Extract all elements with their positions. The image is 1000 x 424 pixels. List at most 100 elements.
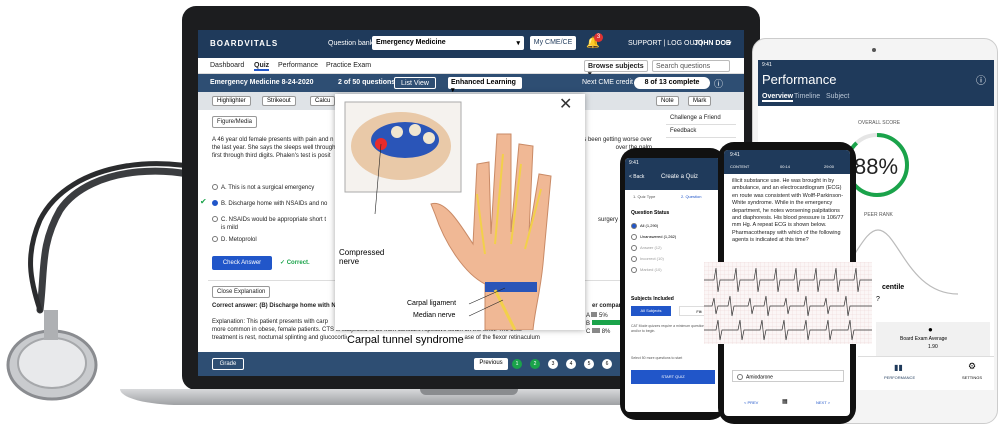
quiz-title-bar: Emergency Medicine 8-24-2020 2 of 50 que…: [198, 74, 744, 94]
status-unanswered[interactable]: Unanswered (1,262): [631, 231, 676, 242]
list-view-button[interactable]: List View: [394, 77, 436, 89]
overall-score-label: OVERALL SCORE: [858, 120, 901, 126]
stat-a-pct: 5%: [599, 313, 608, 319]
browse-subjects-button[interactable]: Browse subjects ▾: [584, 60, 648, 78]
hand-anatomy-illustration: [344, 101, 552, 330]
answer-option-d[interactable]: D. Metoprolol: [212, 236, 257, 244]
status-all-text: All (1,290): [640, 223, 659, 228]
mark-button[interactable]: Mark: [688, 96, 712, 106]
pagination: 1 2 3 4 5 6: [512, 359, 622, 369]
correct-text: Correct.: [286, 260, 310, 266]
nav-performance[interactable]: Performance: [278, 62, 318, 69]
page-5[interactable]: 5: [584, 359, 594, 369]
option-c-extra: is mild: [221, 225, 239, 231]
help-icon[interactable]: ⓘ: [714, 77, 723, 90]
grade-button[interactable]: Grade: [212, 358, 244, 370]
laptop-notch: [420, 389, 518, 395]
next-button[interactable]: NEXT >: [816, 400, 830, 405]
phone-1-back[interactable]: < Back: [629, 174, 644, 180]
help-circle-icon[interactable]: ?: [876, 296, 880, 303]
nav-settings-tab[interactable]: SETTINGS: [962, 375, 982, 380]
status-all-radio[interactable]: [631, 222, 637, 229]
tab-quiz-type[interactable]: 1. Quiz Type: [633, 194, 655, 199]
question-bank-select[interactable]: Emergency Medicine ▾: [372, 36, 524, 50]
status-incorrect-text: Incorrect (10): [640, 256, 664, 261]
nav-quiz[interactable]: Quiz: [254, 62, 270, 71]
status-incorrect-radio[interactable]: [631, 255, 637, 262]
settings-gear-icon[interactable]: ⚙: [968, 361, 976, 372]
info-icon[interactable]: ⓘ: [976, 72, 986, 87]
amiodarone-radio[interactable]: [737, 374, 743, 380]
status-incorrect[interactable]: Incorrect (10): [631, 253, 676, 264]
radio-d[interactable]: [212, 236, 218, 243]
page-6[interactable]: 6: [602, 359, 612, 369]
quiz-title: Emergency Medicine 8-24-2020: [210, 79, 314, 86]
answer-option-amiodarone[interactable]: Amiodarone: [732, 370, 844, 382]
phone-2-content-label: CONTENT: [730, 164, 750, 169]
search-input[interactable]: Search questions: [652, 60, 730, 72]
status-marked[interactable]: Marked (10): [631, 264, 676, 275]
tablet-tabbar: ▮▮ PERFORMANCE ⚙ SETTINGS: [858, 356, 994, 390]
strikeout-button[interactable]: Strikeout: [262, 96, 296, 106]
stat-b-letter: B: [586, 321, 591, 327]
cme-button[interactable]: My CME/CE: [530, 36, 576, 50]
answer-option-c[interactable]: C. NSAIDs would be appropriate short t: [212, 216, 326, 224]
note-button[interactable]: Note: [656, 96, 679, 106]
grid-icon[interactable]: ▦: [782, 398, 788, 405]
correct-check-icon: ✓: [280, 260, 287, 266]
answer-option-a[interactable]: A. This is not a surgical emergency: [212, 184, 314, 192]
board-average-card: ● Board Exam Average 1.90: [876, 322, 990, 356]
close-explanation-button[interactable]: Close Explanation: [212, 286, 271, 298]
status-marked-radio[interactable]: [631, 266, 637, 273]
start-quiz-button[interactable]: START QUIZ: [631, 370, 715, 384]
mode-select[interactable]: Enhanced Learning ▾: [448, 77, 522, 94]
page-1[interactable]: 1: [512, 359, 522, 369]
stat-c-pct: 8%: [601, 329, 611, 335]
prev-button[interactable]: < PREV: [744, 400, 758, 405]
mode-value: Enhanced Learning: [451, 79, 516, 86]
board-icon: ●: [928, 325, 933, 334]
radio-a[interactable]: [212, 184, 218, 191]
stem-line-2: the last year. She says the sleeps well …: [212, 145, 336, 151]
quiz-progress: 2 of 50 questions: [338, 79, 396, 86]
stem-line-1b: has been getting worse over: [576, 137, 652, 143]
question-bank-value: Emergency Medicine: [376, 39, 446, 46]
figure-media-button[interactable]: Figure/Media: [212, 116, 258, 128]
status-unanswered-radio[interactable]: [631, 233, 637, 240]
status-answer[interactable]: Answer (12): [631, 242, 676, 253]
correct-answer-text: Correct answer: (B) Discharge home with …: [212, 303, 336, 309]
app-logo: BOARDVITALS: [210, 39, 279, 48]
main-nav: Dashboard Quiz Performance Practice Exam…: [198, 58, 744, 78]
nav-practice-exam[interactable]: Practice Exam: [326, 62, 371, 69]
user-menu[interactable]: JOHN DOE: [694, 40, 731, 47]
answer-option-b[interactable]: B. Discharge home with NSAIDs and no: [212, 200, 327, 208]
subjects-included-label: Subjects Included: [631, 296, 674, 302]
tablet-time: 9:41: [762, 62, 772, 68]
radio-b[interactable]: [212, 200, 218, 207]
radio-c[interactable]: [212, 216, 218, 223]
all-subjects-button[interactable]: All Subjects: [631, 306, 671, 316]
status-answer-radio[interactable]: [631, 244, 637, 251]
tab-subject[interactable]: Subject: [826, 93, 849, 100]
calculator-button[interactable]: Calcu: [310, 96, 336, 106]
highlighter-button[interactable]: Highlighter: [212, 96, 251, 106]
check-answer-button[interactable]: Check Answer: [212, 256, 272, 270]
tab-timeline[interactable]: Timeline: [794, 93, 820, 100]
page-2[interactable]: 2: [530, 359, 540, 369]
header-links[interactable]: SUPPORT | LOG OUT |: [628, 40, 702, 47]
tab-overview[interactable]: Overview: [762, 93, 794, 102]
page-3[interactable]: 3: [548, 359, 558, 369]
challenge-friend-link[interactable]: Challenge a Friend: [666, 112, 736, 125]
tab-question[interactable]: 2. Question: [681, 194, 701, 199]
nav-performance-tab[interactable]: PERFORMANCE: [884, 375, 915, 380]
previous-button[interactable]: Previous: [474, 358, 508, 370]
phone-2-remaining: 29:00: [824, 164, 835, 169]
page-4[interactable]: 4: [566, 359, 576, 369]
nav-dashboard[interactable]: Dashboard: [210, 62, 244, 69]
performance-icon[interactable]: ▮▮: [894, 363, 903, 372]
user-chevron-icon[interactable]: ▾: [728, 39, 732, 47]
phone-1-header: 9:41 < Back Create a Quiz: [625, 158, 721, 190]
status-all[interactable]: All (1,290): [631, 220, 676, 231]
option-c-text: C. NSAIDs would be appropriate short t: [221, 217, 327, 223]
feedback-link[interactable]: Feedback: [666, 125, 736, 138]
